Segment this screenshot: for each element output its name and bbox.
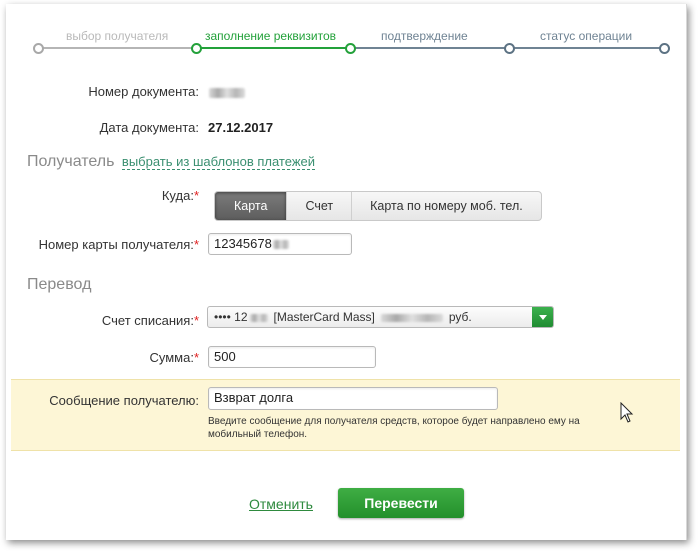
required-mark: * xyxy=(193,313,199,328)
account-label: Счет списания:* xyxy=(102,313,199,328)
account-label-text: Счет списания: xyxy=(101,313,194,328)
where-label: Куда:* xyxy=(162,188,199,203)
chevron-down-icon[interactable] xyxy=(532,307,553,327)
required-mark: * xyxy=(193,350,199,365)
document-number-value xyxy=(209,84,245,99)
document-date-value: 27.12.2017 xyxy=(208,120,274,135)
step-label-recipient: выбор получателя xyxy=(66,29,169,43)
amount-label: Сумма:* xyxy=(149,350,199,365)
step-label-details: заполнение реквизитов xyxy=(205,29,337,43)
step-dot xyxy=(345,43,356,54)
submit-transfer-button[interactable]: Перевести xyxy=(338,488,464,518)
destination-card-option[interactable]: Карта xyxy=(215,192,287,220)
account-currency: руб. xyxy=(448,310,472,324)
transfer-section-title: Перевод xyxy=(27,276,92,293)
step-dot xyxy=(191,43,202,54)
templates-link[interactable]: выбрать из шаблонов платежей xyxy=(121,154,316,170)
where-label-text: Куда: xyxy=(161,188,194,203)
destination-phone-card-option[interactable]: Карта по номеру моб. тел. xyxy=(351,192,541,220)
progress-steps: выбор получателя заполнение реквизитов п… xyxy=(33,4,670,64)
form-sheet: выбор получателя заполнение реквизитов п… xyxy=(6,4,687,540)
required-mark: * xyxy=(193,237,199,252)
message-input[interactable]: Взврат долга xyxy=(208,387,498,410)
destination-account-option[interactable]: Счет xyxy=(286,192,351,220)
step-connector xyxy=(511,47,665,49)
document-date-label: Дата документа: xyxy=(99,120,199,135)
recipient-section: Получатель выбрать из шаблонов платежей xyxy=(27,153,316,171)
account-mask: •••• 12 xyxy=(214,310,248,324)
step-connector xyxy=(352,47,511,49)
account-name: [MasterCard Mass] xyxy=(273,310,375,324)
amount-label-text: Сумма: xyxy=(149,350,194,365)
step-dot xyxy=(659,43,670,54)
cancel-link[interactable]: Отменить xyxy=(249,496,313,512)
step-label-status: статус операции xyxy=(540,29,633,43)
recipient-section-title: Получатель xyxy=(27,153,115,170)
step-label-confirm: подтверждение xyxy=(381,29,468,43)
message-hint: Введите сообщение для получателя средств… xyxy=(208,416,580,440)
required-mark: * xyxy=(193,188,199,203)
card-number-value: 12345678 xyxy=(214,236,272,251)
card-number-label-text: Номер карты получателя: xyxy=(38,237,194,252)
document-number-label: Номер документа: xyxy=(88,84,199,99)
card-number-label: Номер карты получателя:* xyxy=(39,237,199,252)
amount-input[interactable]: 500 xyxy=(208,346,376,368)
card-number-input[interactable]: 12345678 xyxy=(208,233,352,255)
step-connector xyxy=(198,47,352,49)
destination-selector: Карта Счет Карта по номеру моб. тел. xyxy=(214,191,542,221)
debit-account-select[interactable]: •••• 12 [MasterCard Mass] руб. xyxy=(207,306,554,328)
message-label: Сообщение получателю: xyxy=(49,393,199,408)
step-connector xyxy=(39,47,198,49)
mouse-cursor-icon xyxy=(620,402,634,423)
step-dot xyxy=(33,43,44,54)
step-dot xyxy=(504,43,515,54)
